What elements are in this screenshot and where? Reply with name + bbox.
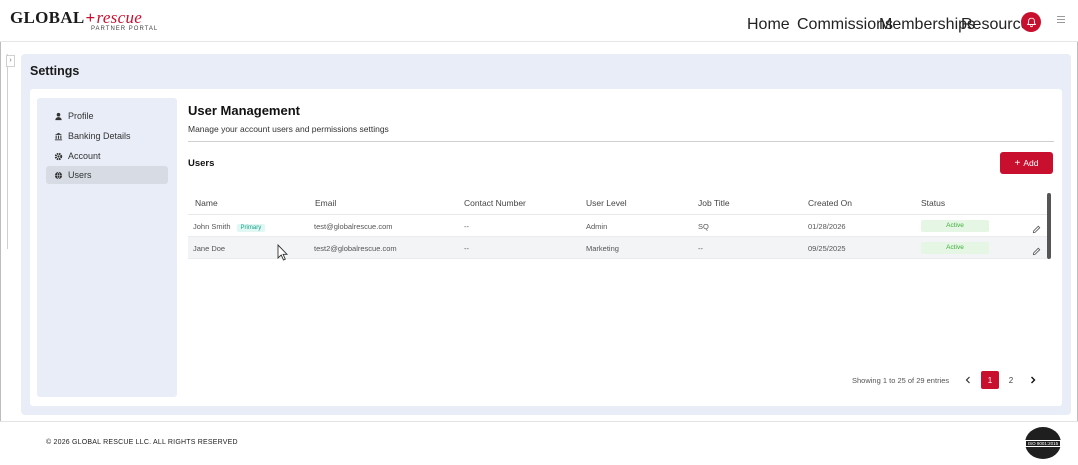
sidebar-item-profile[interactable]: Profile: [46, 107, 168, 125]
person-icon: [54, 112, 63, 121]
column-header-created-on[interactable]: Created On: [808, 198, 852, 208]
cell-email: test@globalrescue.com: [314, 222, 393, 231]
table-scrollbar[interactable]: [1047, 193, 1051, 259]
cell-created-on: 09/25/2025: [808, 244, 846, 253]
sidebar-item-label: Profile: [68, 111, 94, 121]
primary-badge: Primary: [236, 224, 266, 232]
logo-subtitle: PARTNER PORTAL: [91, 26, 159, 32]
sidebar-item-label: Account: [68, 151, 101, 161]
bell-icon: [1026, 17, 1036, 27]
add-user-button[interactable]: + Add: [1000, 152, 1053, 174]
column-header-contact[interactable]: Contact Number: [464, 198, 526, 208]
chevron-left-icon: [965, 376, 970, 384]
edit-pencil-icon[interactable]: [1032, 243, 1041, 256]
cell-job-title: SQ: [698, 222, 709, 231]
logo-main-text: GLOBAL: [10, 8, 85, 27]
collapsed-side-rail: [2, 54, 8, 249]
sidebar-item-label: Banking Details: [68, 131, 131, 141]
bank-icon: [54, 132, 63, 141]
sidebar-item-account[interactable]: Account: [46, 147, 168, 165]
logo-cross-icon: +: [85, 8, 96, 27]
page-title: Settings: [30, 64, 80, 78]
column-header-status[interactable]: Status: [921, 198, 945, 208]
section-divider: [188, 141, 1054, 142]
hamburger-menu-icon[interactable]: [1057, 16, 1065, 24]
chevron-right-icon: [1031, 376, 1036, 384]
logo-wordmark: GLOBAL+rescue: [10, 8, 142, 28]
copyright-text: © 2026 GLOBAL RESCUE LLC. ALL RIGHTS RES…: [46, 439, 238, 446]
top-header: GLOBAL+rescue PARTNER PORTAL Home Commis…: [0, 0, 1078, 42]
cell-email: test2@globalrescue.com: [314, 244, 397, 253]
add-button-label: Add: [1023, 158, 1039, 168]
sidebar-item-banking-details[interactable]: Banking Details: [46, 127, 168, 145]
pagination-page-2[interactable]: 2: [1002, 371, 1020, 389]
sidebar-item-label: Users: [68, 170, 92, 180]
status-badge: Active: [921, 242, 989, 254]
table-row[interactable]: John Smith Primary test@globalrescue.com …: [188, 215, 1048, 237]
column-header-email[interactable]: Email: [315, 198, 336, 208]
status-badge: Active: [921, 220, 989, 232]
cell-job-title: --: [698, 244, 703, 253]
pagination-next-button[interactable]: [1024, 371, 1042, 389]
globe-icon: [54, 171, 63, 180]
iso-label: ISO 9001:2015: [1024, 439, 1062, 447]
pagination-info: Showing 1 to 25 of 29 entries: [852, 376, 950, 385]
cell-name: John Smith Primary: [193, 222, 266, 232]
column-header-job-title[interactable]: Job Title: [698, 198, 730, 208]
plus-icon: +: [1014, 157, 1021, 169]
iso-certification-seal: ISO 9001:2015: [1024, 427, 1062, 459]
cell-user-level: Admin: [586, 222, 608, 231]
sidebar-item-users[interactable]: Users: [46, 166, 168, 184]
users-table-header: Name Email Contact Number User Level Job…: [188, 193, 1048, 215]
logo-accent-text: rescue: [96, 8, 143, 27]
gear-icon: [54, 152, 63, 161]
column-header-name[interactable]: Name: [195, 198, 218, 208]
cell-user-level: Marketing: [586, 244, 619, 253]
section-title: User Management: [188, 103, 300, 118]
user-name: John Smith: [193, 222, 231, 231]
cell-name: Jane Doe: [193, 244, 226, 253]
edit-pencil-icon[interactable]: [1032, 221, 1041, 234]
cell-created-on: 01/28/2026: [808, 222, 846, 231]
column-header-user-level[interactable]: User Level: [586, 198, 627, 208]
table-row[interactable]: Jane Doe test2@globalrescue.com -- Marke…: [188, 237, 1048, 259]
section-subtitle: Manage your account users and permission…: [188, 124, 389, 134]
pagination-page-1[interactable]: 1: [981, 371, 999, 389]
cell-contact: --: [464, 244, 469, 253]
notifications-button[interactable]: [1021, 12, 1041, 32]
nav-home[interactable]: Home: [747, 16, 790, 34]
mouse-pointer-icon: [277, 244, 289, 261]
brand-logo[interactable]: GLOBAL+rescue PARTNER PORTAL: [10, 8, 160, 36]
users-heading: Users: [188, 158, 215, 169]
pagination-prev-button[interactable]: [959, 371, 977, 389]
expand-chevron-icon[interactable]: ›: [6, 55, 15, 67]
cell-contact: --: [464, 222, 469, 231]
